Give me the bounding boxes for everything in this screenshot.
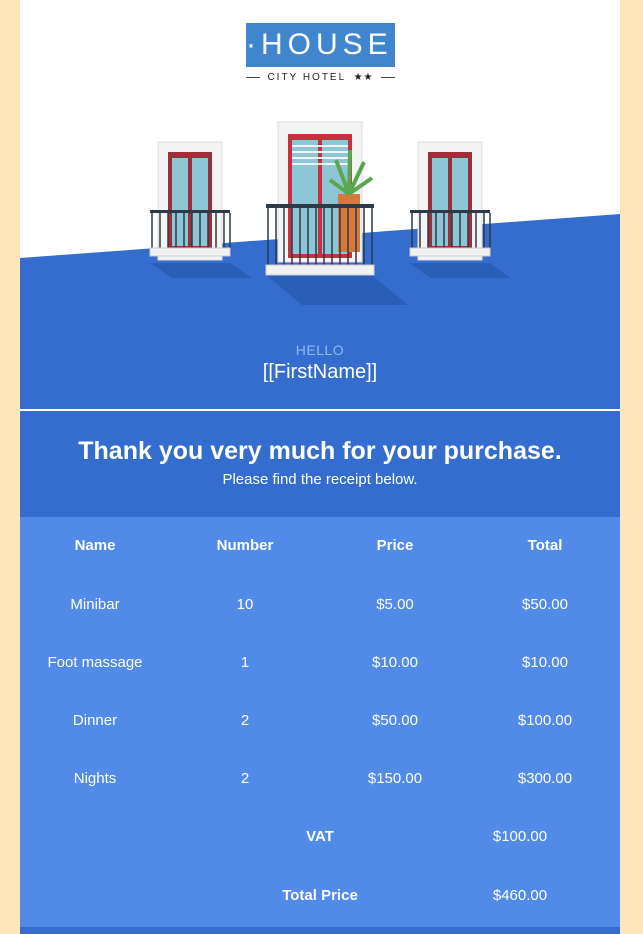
total-row: Total Price $460.00 [20,887,620,907]
table-row: Nights 2 $150.00 $300.00 [20,770,620,790]
item-name: Dinner [72,712,118,729]
item-total: $300.00 [517,770,573,787]
item-number: 1 [240,654,250,671]
table-row: Dinner 2 $50.00 $100.00 [20,712,620,732]
column-header: Price [376,537,414,554]
item-number: 2 [240,712,250,729]
vat-row: VAT $100.00 [20,828,620,848]
item-price: $5.00 [376,596,414,613]
item-total: $100.00 [517,712,573,729]
item-price: $10.00 [372,654,418,671]
column-header: Name [74,537,116,554]
logo-subtitle-row: CITY HOTEL ★★ [246,70,395,84]
thanks-subtitle: Please find the receipt below. [222,471,418,488]
window-center [265,121,375,276]
thanks-section: Thank you very much for your purchase. P… [20,412,620,517]
footer-band [20,927,620,934]
item-name: Foot massage [47,654,143,671]
hotel-logo: ·HOUSE· CITY HOTEL ★★ [246,23,403,84]
thanks-title: Thank you very much for your purchase. [78,437,562,465]
item-total: $10.00 [522,654,568,671]
divider [380,76,395,78]
item-price: $50.00 [372,712,418,729]
receipt-table: Name Number Price Total Minibar 10 $5.00… [20,517,620,927]
table-header: Name Number Price Total [20,537,620,557]
total-value: $460.00 [492,887,548,904]
divider [246,76,260,78]
column-header: Number [216,537,274,554]
item-price: $150.00 [367,770,423,787]
hello-label: HELLO [295,342,345,358]
window-left [149,141,231,261]
divider [20,409,620,411]
item-total: $50.00 [522,596,568,613]
table-row: Foot massage 1 $10.00 $10.00 [20,654,620,674]
logo-subtitle: CITY HOTEL [267,71,347,83]
total-label: Total Price [282,887,358,904]
item-number: 2 [240,770,250,787]
vat-value: $100.00 [492,828,548,845]
first-name: [[FirstName]] [262,361,378,383]
logo-name: ·HOUSE· [246,23,403,67]
window-right [409,141,491,261]
table-row: Minibar 10 $5.00 $50.00 [20,596,620,616]
email-card: ·HOUSE· CITY HOTEL ★★ HELLO [[FirstName]… [20,0,620,934]
item-name: Minibar [70,596,120,613]
vat-label: VAT [306,828,334,845]
column-header: Total [527,537,563,554]
item-name: Nights [73,770,117,787]
item-number: 10 [236,596,254,613]
star-rating-icon: ★★ [353,71,374,83]
